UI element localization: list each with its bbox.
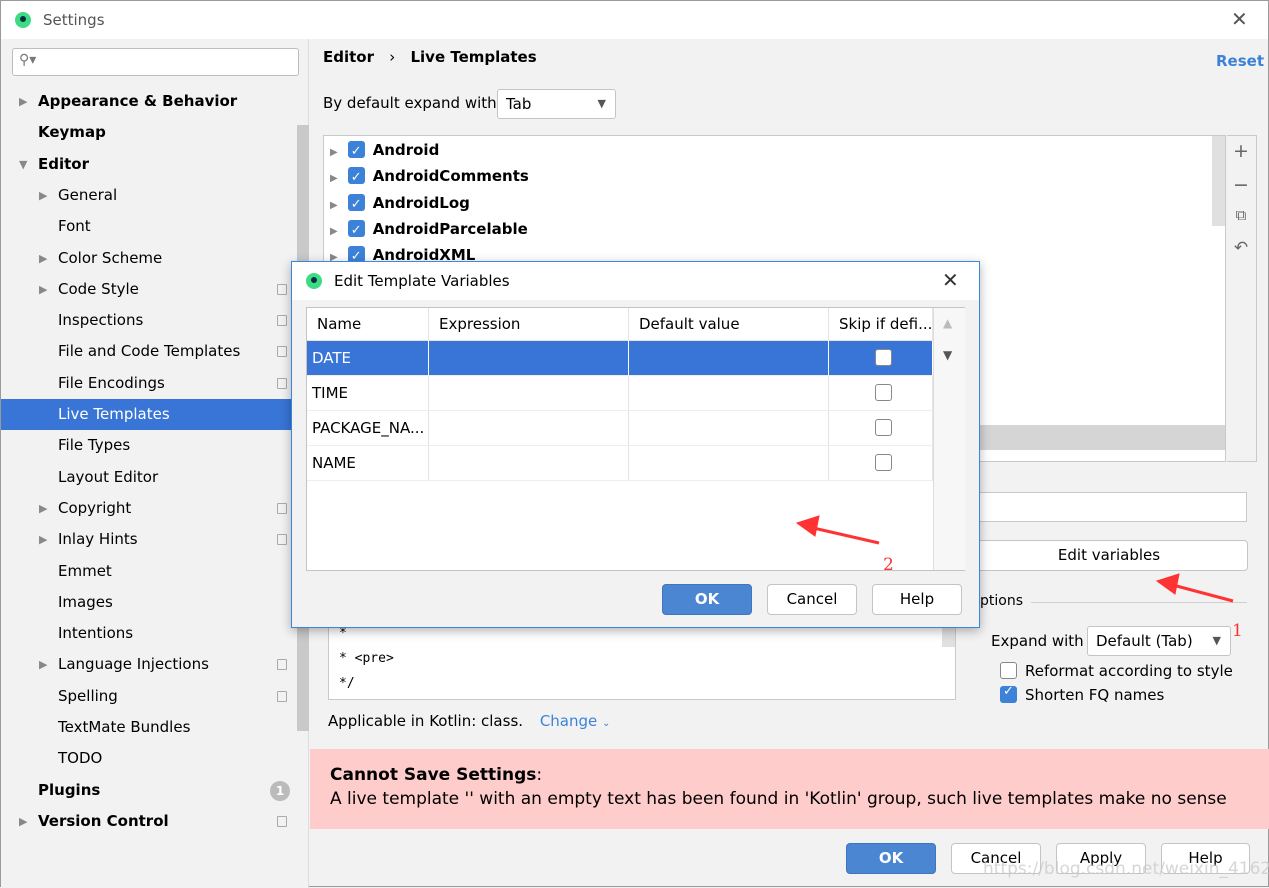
arrow-2-line [808,525,880,545]
arrow-2-head [795,515,820,537]
annotation-arrows: 2 1 [795,515,1243,641]
settings-window: Settings ✕ ⚲▾ ▶ Appearance & Behavior Keym… [0,0,1269,888]
arrow-1-head [1155,573,1180,595]
annotation-label-1: 1 [1232,621,1243,641]
arrow-1-line [1168,582,1234,603]
annotation-label-2: 2 [883,555,894,575]
